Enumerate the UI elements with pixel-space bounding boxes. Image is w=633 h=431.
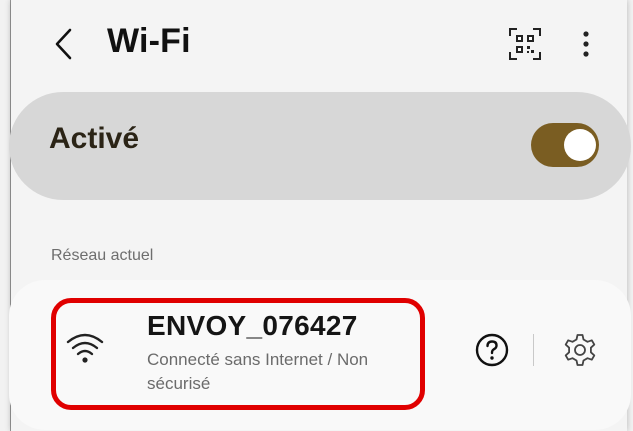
wifi-settings-screen: Wi-Fi Activé Réseau actuel ENVOY_076427 … — [9, 0, 631, 431]
network-ssid: ENVOY_076427 — [147, 310, 358, 341]
chevron-left-icon — [55, 28, 72, 60]
gear-icon — [564, 334, 596, 366]
back-button[interactable] — [47, 22, 81, 66]
network-status: Connecté sans Internet / Non sécurisé — [147, 350, 369, 393]
more-vertical-icon — [583, 31, 589, 57]
question-circle-icon — [475, 333, 509, 367]
action-divider — [533, 334, 534, 366]
qr-scan-button[interactable] — [505, 24, 545, 64]
wifi-toggle-label: Activé — [49, 122, 140, 155]
page-title: Wi-Fi — [107, 22, 191, 60]
header: Wi-Fi — [11, 0, 627, 90]
qr-scan-icon — [509, 28, 541, 60]
wifi-toggle-row[interactable]: Activé — [9, 92, 631, 200]
more-options-button[interactable] — [571, 22, 601, 66]
network-settings-button[interactable] — [563, 332, 597, 368]
wifi-signal-icon — [66, 333, 104, 363]
current-network-card[interactable]: ENVOY_076427 Connecté sans Internet / No… — [9, 280, 631, 430]
current-network-section-label: Réseau actuel — [51, 247, 154, 264]
wifi-toggle-switch[interactable] — [531, 123, 599, 167]
network-help-button[interactable] — [475, 333, 509, 367]
toggle-knob — [564, 129, 596, 161]
